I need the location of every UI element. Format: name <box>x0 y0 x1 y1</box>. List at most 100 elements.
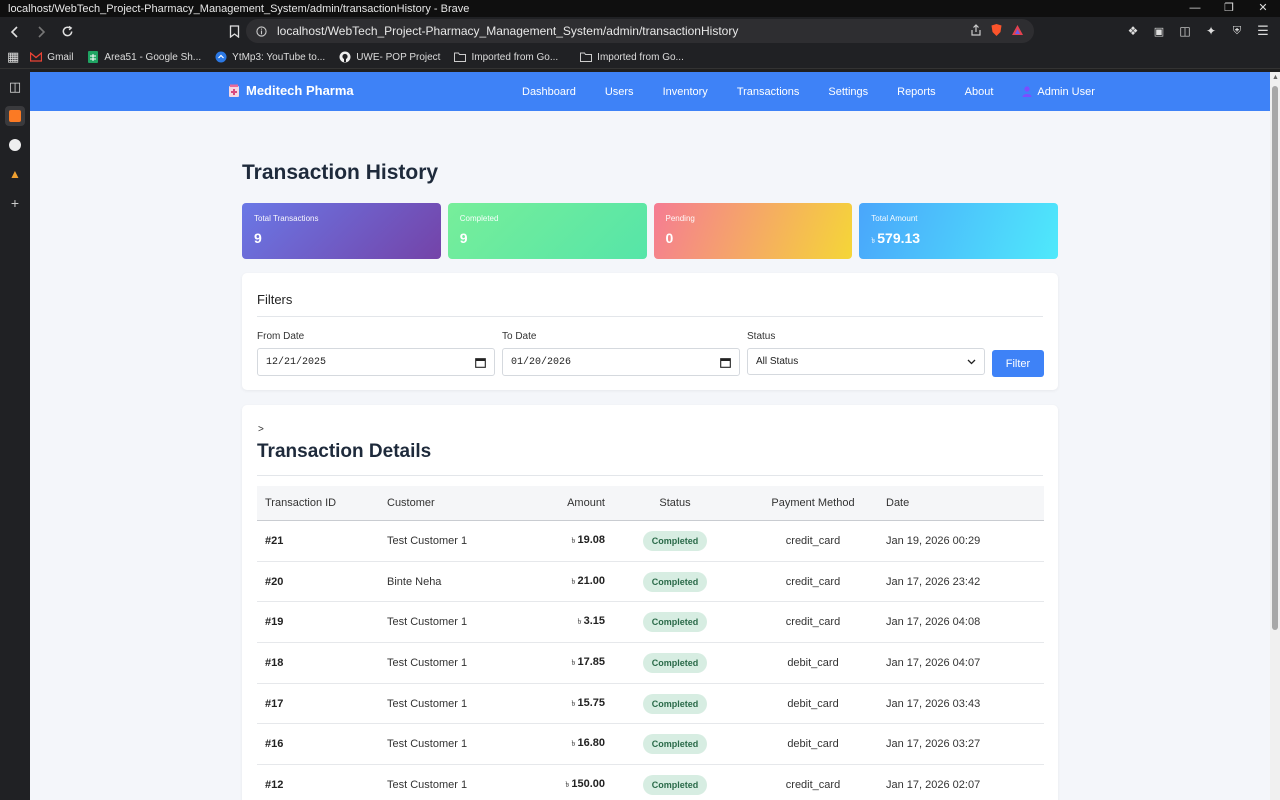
cell-status: Completed <box>605 530 745 551</box>
side-panel-toggle[interactable]: ◫ <box>5 77 25 97</box>
currency-symbol: ৳ <box>571 576 576 586</box>
back-button[interactable] <box>4 21 26 43</box>
cell-date: Jan 17, 2026 04:08 <box>886 616 981 629</box>
table-row[interactable]: #19 Test Customer 1 ৳ 3.15 Completed credit_c… <box>257 602 1044 644</box>
table-row[interactable]: #16 Test Customer 1 ৳ 16.80 Completed debit_c… <box>257 724 1044 766</box>
bookmark-page-button[interactable] <box>223 21 245 43</box>
url-text[interactable]: localhost/WebTech_Project-Pharmacy_Manag… <box>277 24 738 38</box>
brand[interactable]: Meditech Pharma <box>228 83 354 98</box>
from-date-label: From Date <box>257 331 305 342</box>
calendar-icon[interactable] <box>720 357 731 368</box>
stat-label: Total Amount <box>871 214 918 223</box>
nav-settings[interactable]: Settings <box>828 86 868 98</box>
bookmark-folder-2[interactable]: Imported from Go... <box>573 51 691 63</box>
page-scrollbar[interactable]: ▲ <box>1270 72 1280 800</box>
status-badge: Completed <box>642 530 708 551</box>
cell-date: Jan 17, 2026 04:07 <box>886 656 981 669</box>
details-title: Transaction Details <box>257 441 432 462</box>
brave-rewards-icon[interactable] <box>1011 24 1024 36</box>
calendar-icon[interactable] <box>475 357 486 368</box>
status-badge: Completed <box>642 734 708 755</box>
nav-reports[interactable]: Reports <box>897 86 936 98</box>
reload-button[interactable] <box>56 21 78 43</box>
nav-user-menu[interactable]: Admin User <box>1022 86 1095 98</box>
bookmarks-bar: ▦ Gmail Area51 - Google Sh... YtMp3: You… <box>0 46 1280 69</box>
address-bar[interactable]: localhost/WebTech_Project-Pharmacy_Manag… <box>246 19 1034 43</box>
table-row[interactable]: #18 Test Customer 1 ৳ 17.85 Completed debit_c… <box>257 643 1044 684</box>
cell-payment-method: credit_card <box>785 778 841 791</box>
status-select[interactable]: All Status <box>747 348 985 375</box>
forward-icon <box>38 25 46 38</box>
scroll-thumb[interactable] <box>1272 86 1278 630</box>
github-icon <box>339 51 351 63</box>
nav-transactions[interactable]: Transactions <box>737 86 800 98</box>
scroll-up-icon[interactable]: ▲ <box>1272 74 1279 81</box>
cell-transaction-id: #17 <box>265 697 284 710</box>
status-badge: Completed <box>642 612 708 633</box>
table-body: #21 Test Customer 1 ৳ 19.08 Completed credit_… <box>257 521 1044 800</box>
window-titlebar: localhost/WebTech_Project-Pharmacy_Manag… <box>0 0 1280 17</box>
to-date-value: 01/20/2026 <box>511 356 572 368</box>
sparkle-icon: ✦ <box>1205 24 1217 38</box>
cell-transaction-id: #18 <box>265 656 284 669</box>
forward-button[interactable] <box>30 21 52 43</box>
bookmark-area51[interactable]: Area51 - Google Sh... <box>80 51 208 63</box>
bookmark-folder-1[interactable]: Imported from Go... <box>447 51 565 63</box>
apps-button[interactable]: ▦ <box>0 49 26 65</box>
table-row[interactable]: #21 Test Customer 1 ৳ 19.08 Completed credit_… <box>257 521 1044 562</box>
bookmark-uwe-pop[interactable]: UWE- POP Project <box>332 51 447 63</box>
currency-symbol: ৳ <box>571 739 576 749</box>
currency-symbol: ৳ <box>571 535 576 545</box>
nav-about[interactable]: About <box>965 86 994 98</box>
bookmark-ytmp3[interactable]: YtMp3: YouTube to... <box>208 51 332 63</box>
cell-payment-method: credit_card <box>785 616 841 629</box>
cell-amount: ৳ 15.75 <box>571 696 605 709</box>
cell-payment-method: debit_card <box>787 738 839 751</box>
cell-customer: Test Customer 1 <box>387 534 468 547</box>
nav-users[interactable]: Users <box>605 86 634 98</box>
side-panel-github[interactable] <box>5 135 25 155</box>
stat-label: Total Transactions <box>254 214 319 223</box>
nav-inventory[interactable]: Inventory <box>663 86 708 98</box>
leo-button[interactable]: ✦ <box>1200 20 1222 42</box>
sidebar-toggle-button[interactable]: ◫ <box>1174 20 1196 42</box>
details-divider <box>257 475 1043 476</box>
cell-customer: Test Customer 1 <box>387 778 468 791</box>
close-icon[interactable]: ✕ <box>1246 0 1280 17</box>
restore-icon[interactable]: ❐ <box>1212 0 1246 17</box>
side-panel-xampp[interactable] <box>5 106 25 126</box>
nav-dashboard[interactable]: Dashboard <box>522 86 576 98</box>
extensions-button[interactable]: ❖ <box>1122 20 1144 42</box>
vpn-button[interactable]: ⛨ <box>1226 20 1248 42</box>
to-date-input[interactable]: 01/20/2026 <box>502 348 740 376</box>
folder-icon <box>454 51 467 63</box>
minimize-icon[interactable]: — <box>1178 0 1212 17</box>
wallet-button[interactable]: ▣ <box>1148 20 1170 42</box>
cell-status: Completed <box>605 571 745 592</box>
sidebar-icon: ◫ <box>1179 24 1191 38</box>
site-info-icon[interactable] <box>256 25 267 37</box>
share-icon[interactable] <box>970 24 982 36</box>
brave-shields-icon[interactable] <box>990 23 1003 37</box>
stat-value: 9 <box>459 230 468 246</box>
filter-button[interactable]: Filter <box>992 350 1044 377</box>
cell-amount: ৳ 17.85 <box>571 655 605 668</box>
from-date-input[interactable]: 12/21/2025 <box>257 348 495 376</box>
stat-value: ৳ 579.13 <box>871 230 921 246</box>
side-panel-app[interactable]: ▲ <box>5 164 25 184</box>
window-title: localhost/WebTech_Project-Pharmacy_Manag… <box>8 2 470 15</box>
cell-amount: ৳ 3.15 <box>577 615 605 628</box>
bookmark-gmail[interactable]: Gmail <box>26 51 80 63</box>
cell-transaction-id: #12 <box>265 778 284 791</box>
header-payment-method: Payment Method <box>771 497 855 509</box>
status-select-value: All Status <box>756 356 799 367</box>
table-row[interactable]: #12 Test Customer 1 ৳ 150.00 Completed credit… <box>257 765 1044 800</box>
cell-transaction-id: #16 <box>265 738 284 751</box>
table-row[interactable]: #17 Test Customer 1 ৳ 15.75 Completed debit_c… <box>257 684 1044 725</box>
side-panel-add[interactable]: + <box>5 193 25 213</box>
menu-button[interactable]: ☰ <box>1252 20 1274 42</box>
cell-date: Jan 19, 2026 00:29 <box>886 534 981 547</box>
table-row[interactable]: #20 Binte Neha ৳ 21.00 Completed credit_card J… <box>257 562 1044 603</box>
table-header: Transaction ID Customer Amount Status Pa… <box>257 486 1044 521</box>
cell-customer: Test Customer 1 <box>387 738 468 751</box>
